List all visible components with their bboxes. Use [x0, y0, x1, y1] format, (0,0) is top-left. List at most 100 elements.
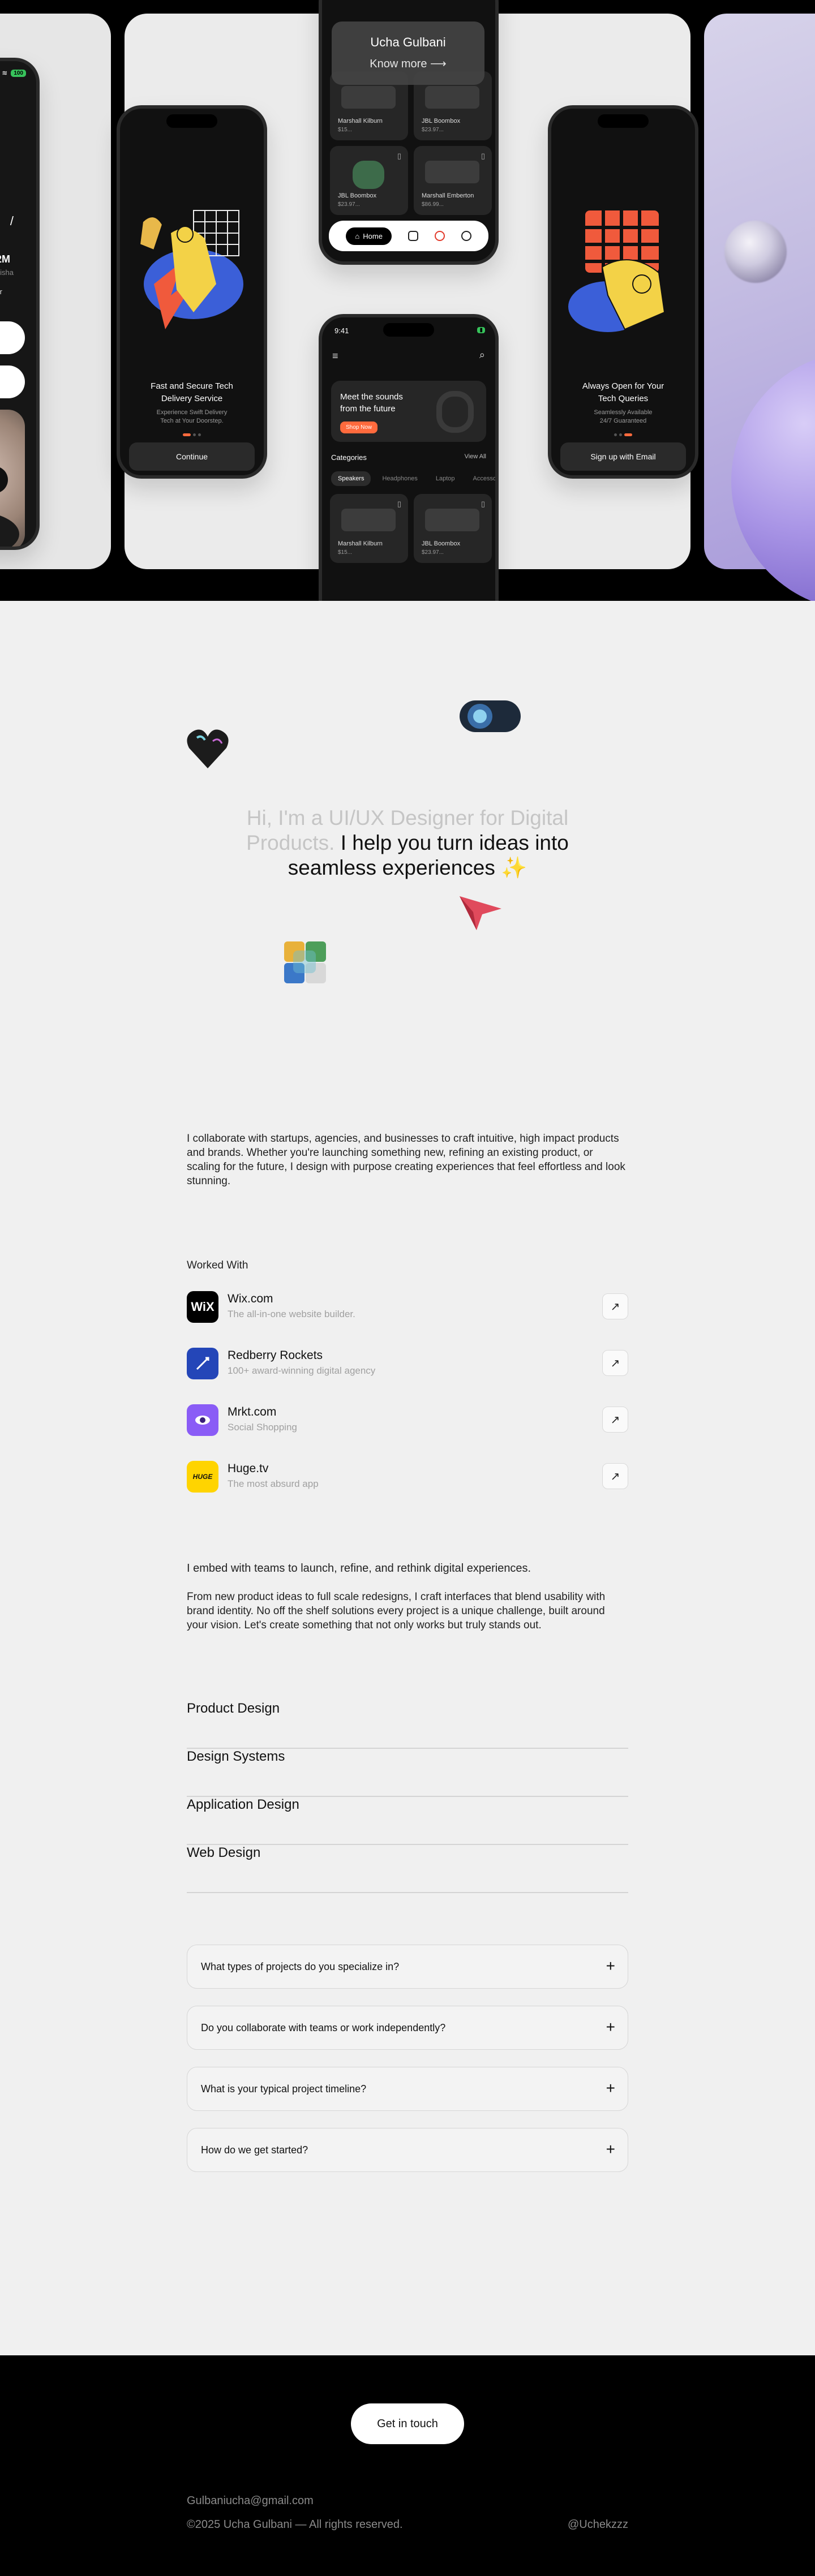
faq-item[interactable]: What is your typical project timeline? + [187, 2067, 628, 2111]
product-card[interactable]: ▯ JBL Boombox $23.97... [330, 146, 408, 215]
chip-laptop[interactable]: Laptop [429, 471, 462, 486]
faq-item[interactable]: Do you collaborate with teams or work in… [187, 2006, 628, 2050]
bookmark-icon[interactable]: ▯ [397, 152, 401, 161]
showcase-card-left: ▮▮▮ ≋ 100 / 2M Hisha ther ⊘ ◉ 2K [0, 14, 111, 569]
bookmark-icon[interactable]: ▯ [397, 500, 401, 509]
rubiks-cube-icon [284, 941, 326, 983]
external-link-icon[interactable]: ↗ [602, 1407, 628, 1433]
faq-question: What is your typical project timeline? [201, 2083, 367, 2095]
tab-home[interactable]: ⌂ Home [346, 227, 392, 245]
chip-speakers[interactable]: Speakers [331, 471, 371, 486]
know-more-link[interactable]: Know more ⟶ [332, 57, 484, 71]
product-name: JBL Boombox [422, 540, 461, 547]
glass-sphere-decoration [724, 221, 787, 283]
get-in-touch-button[interactable]: Get in touch [351, 2403, 464, 2444]
product-name: Marshall Kilburn [338, 118, 383, 124]
faq-item[interactable]: What types of projects do you specialize… [187, 1945, 628, 1989]
product-image [425, 509, 479, 531]
chip-accessories[interactable]: Accessories [466, 471, 495, 486]
onboarding-subtitle: Experience Swift Delivery Tech at Your D… [120, 408, 264, 425]
product-name: Marshall Kilburn [338, 540, 383, 547]
external-link-icon[interactable]: ↗ [602, 1293, 628, 1319]
cursor-3d-icon [460, 896, 501, 930]
profile-count: 2M [0, 253, 10, 265]
bag-icon[interactable] [408, 231, 418, 241]
tab-bar: ⌂ Home [329, 221, 488, 251]
shop-now-button[interactable]: Shop Now [340, 422, 378, 433]
notification-icon[interactable] [434, 231, 445, 241]
product-price: $15... [338, 549, 353, 556]
continue-button[interactable]: Continue [129, 442, 255, 471]
phone-mockup-onboarding-delivery: Fast and Secure Tech Delivery Service Ex… [117, 105, 267, 479]
home-header: ≡ ⌕ [322, 348, 495, 365]
wix-logo-text: WiX [191, 1300, 215, 1314]
embed-intro: I embed with teams to launch, refine, an… [187, 1562, 531, 1575]
onboarding-title-line1: Always Open for Your [582, 381, 664, 391]
chip-headphones[interactable]: Headphones [375, 471, 424, 486]
sparkle-icon: ✨ [495, 856, 527, 879]
eye-logo-icon [187, 1404, 218, 1436]
footer-email-link[interactable]: Gulbaniucha@gmail.com [187, 2495, 314, 2508]
plus-icon[interactable]: + [606, 2018, 615, 2037]
product-name: JBL Boombox [422, 118, 461, 124]
product-price: $23.97... [338, 201, 360, 208]
footer: Get in touch Gulbaniucha@gmail.com ©2025… [0, 2355, 815, 2576]
onboarding-title: Fast and Secure Tech Delivery Service [120, 380, 264, 405]
status-time: 9:41 [334, 326, 349, 335]
category-chips: Speakers Headphones Laptop Accessories [331, 471, 495, 486]
headphones-image [436, 391, 474, 433]
signup-email-button[interactable]: Sign up with Email [560, 442, 686, 471]
banner-text: Meet the sounds from the future [340, 391, 403, 415]
profile-icon[interactable] [461, 231, 471, 241]
company-item-mrkt: Mrkt.com Social Shopping ↗ [187, 1403, 628, 1437]
external-link-icon[interactable]: ↗ [602, 1463, 628, 1489]
showcase-section: ▮▮▮ ≋ 100 / 2M Hisha ther ⊘ ◉ 2K [0, 0, 815, 601]
product-name: JBL Boombox [338, 192, 377, 199]
product-image [353, 161, 384, 189]
onboarding-title-line2: Delivery Service [161, 394, 223, 403]
product-card[interactable]: ▯ JBL Boombox $23.97... [414, 494, 492, 563]
service-design-systems: Design Systems [187, 1749, 628, 1797]
bookmark-icon[interactable]: ▯ [481, 152, 485, 161]
company-name: Mrkt.com [228, 1405, 277, 1418]
status-bar: ▮▮▮ ≋ 100 [0, 69, 26, 77]
product-price: $86.99... [422, 201, 444, 208]
menu-icon[interactable]: ≡ [332, 350, 338, 362]
company-desc: The all-in-one website builder. [228, 1309, 355, 1319]
plus-icon[interactable]: + [606, 2079, 615, 2098]
service-application-design: Application Design [187, 1797, 628, 1845]
onboarding-subtitle-line1: Seamlessly Available [594, 409, 653, 416]
footer-social-handle[interactable]: @Uchekzzz [568, 2518, 628, 2531]
dynamic-island [598, 114, 649, 128]
product-card[interactable]: ▯ Marshall Kilburn $15... [330, 494, 408, 563]
wix-logo: WiX [187, 1291, 218, 1323]
external-link-icon[interactable]: ↗ [602, 1350, 628, 1376]
phone-mockup-profile: ▮▮▮ ≋ 100 / 2M Hisha ther ⊘ ◉ 2K [0, 58, 40, 550]
plus-icon[interactable]: + [606, 2140, 615, 2159]
faq-question: Do you collaborate with teams or work in… [201, 2022, 446, 2033]
product-card[interactable]: ▯ Marshall Emberton $86.99... [414, 146, 492, 215]
toggle-3d-icon [460, 700, 521, 732]
plus-icon[interactable]: + [606, 1956, 615, 1976]
promo-banner[interactable]: Meet the sounds from the future Shop Now [331, 381, 486, 442]
bookmark-icon[interactable]: ▯ [481, 500, 485, 509]
pagination-dots [551, 429, 695, 439]
company-desc: Social Shopping [228, 1422, 297, 1433]
huge-logo-text: HUGE [192, 1473, 213, 1481]
tab-home-label: Home [363, 231, 383, 240]
pagination-dots [120, 429, 264, 439]
service-label: Application Design [187, 1797, 299, 1812]
profile-partial-label: ther [0, 287, 2, 296]
banner-line1: Meet the sounds [340, 392, 403, 402]
company-item-redberry: Redberry Rockets 100+ award-winning digi… [187, 1347, 628, 1381]
rocket-logo-icon [187, 1348, 218, 1379]
name-tooltip: Ucha Gulbani Know more ⟶ [332, 21, 484, 85]
worked-with-heading: Worked With [187, 1259, 248, 1271]
search-icon[interactable]: ⌕ [479, 349, 485, 361]
home-icon: ⌂ [355, 231, 360, 240]
view-all-link[interactable]: View All [465, 453, 486, 462]
product-image [425, 86, 479, 109]
photo-beard [0, 511, 19, 547]
profile-mark: / [10, 214, 14, 228]
faq-item[interactable]: How do we get started? + [187, 2128, 628, 2172]
